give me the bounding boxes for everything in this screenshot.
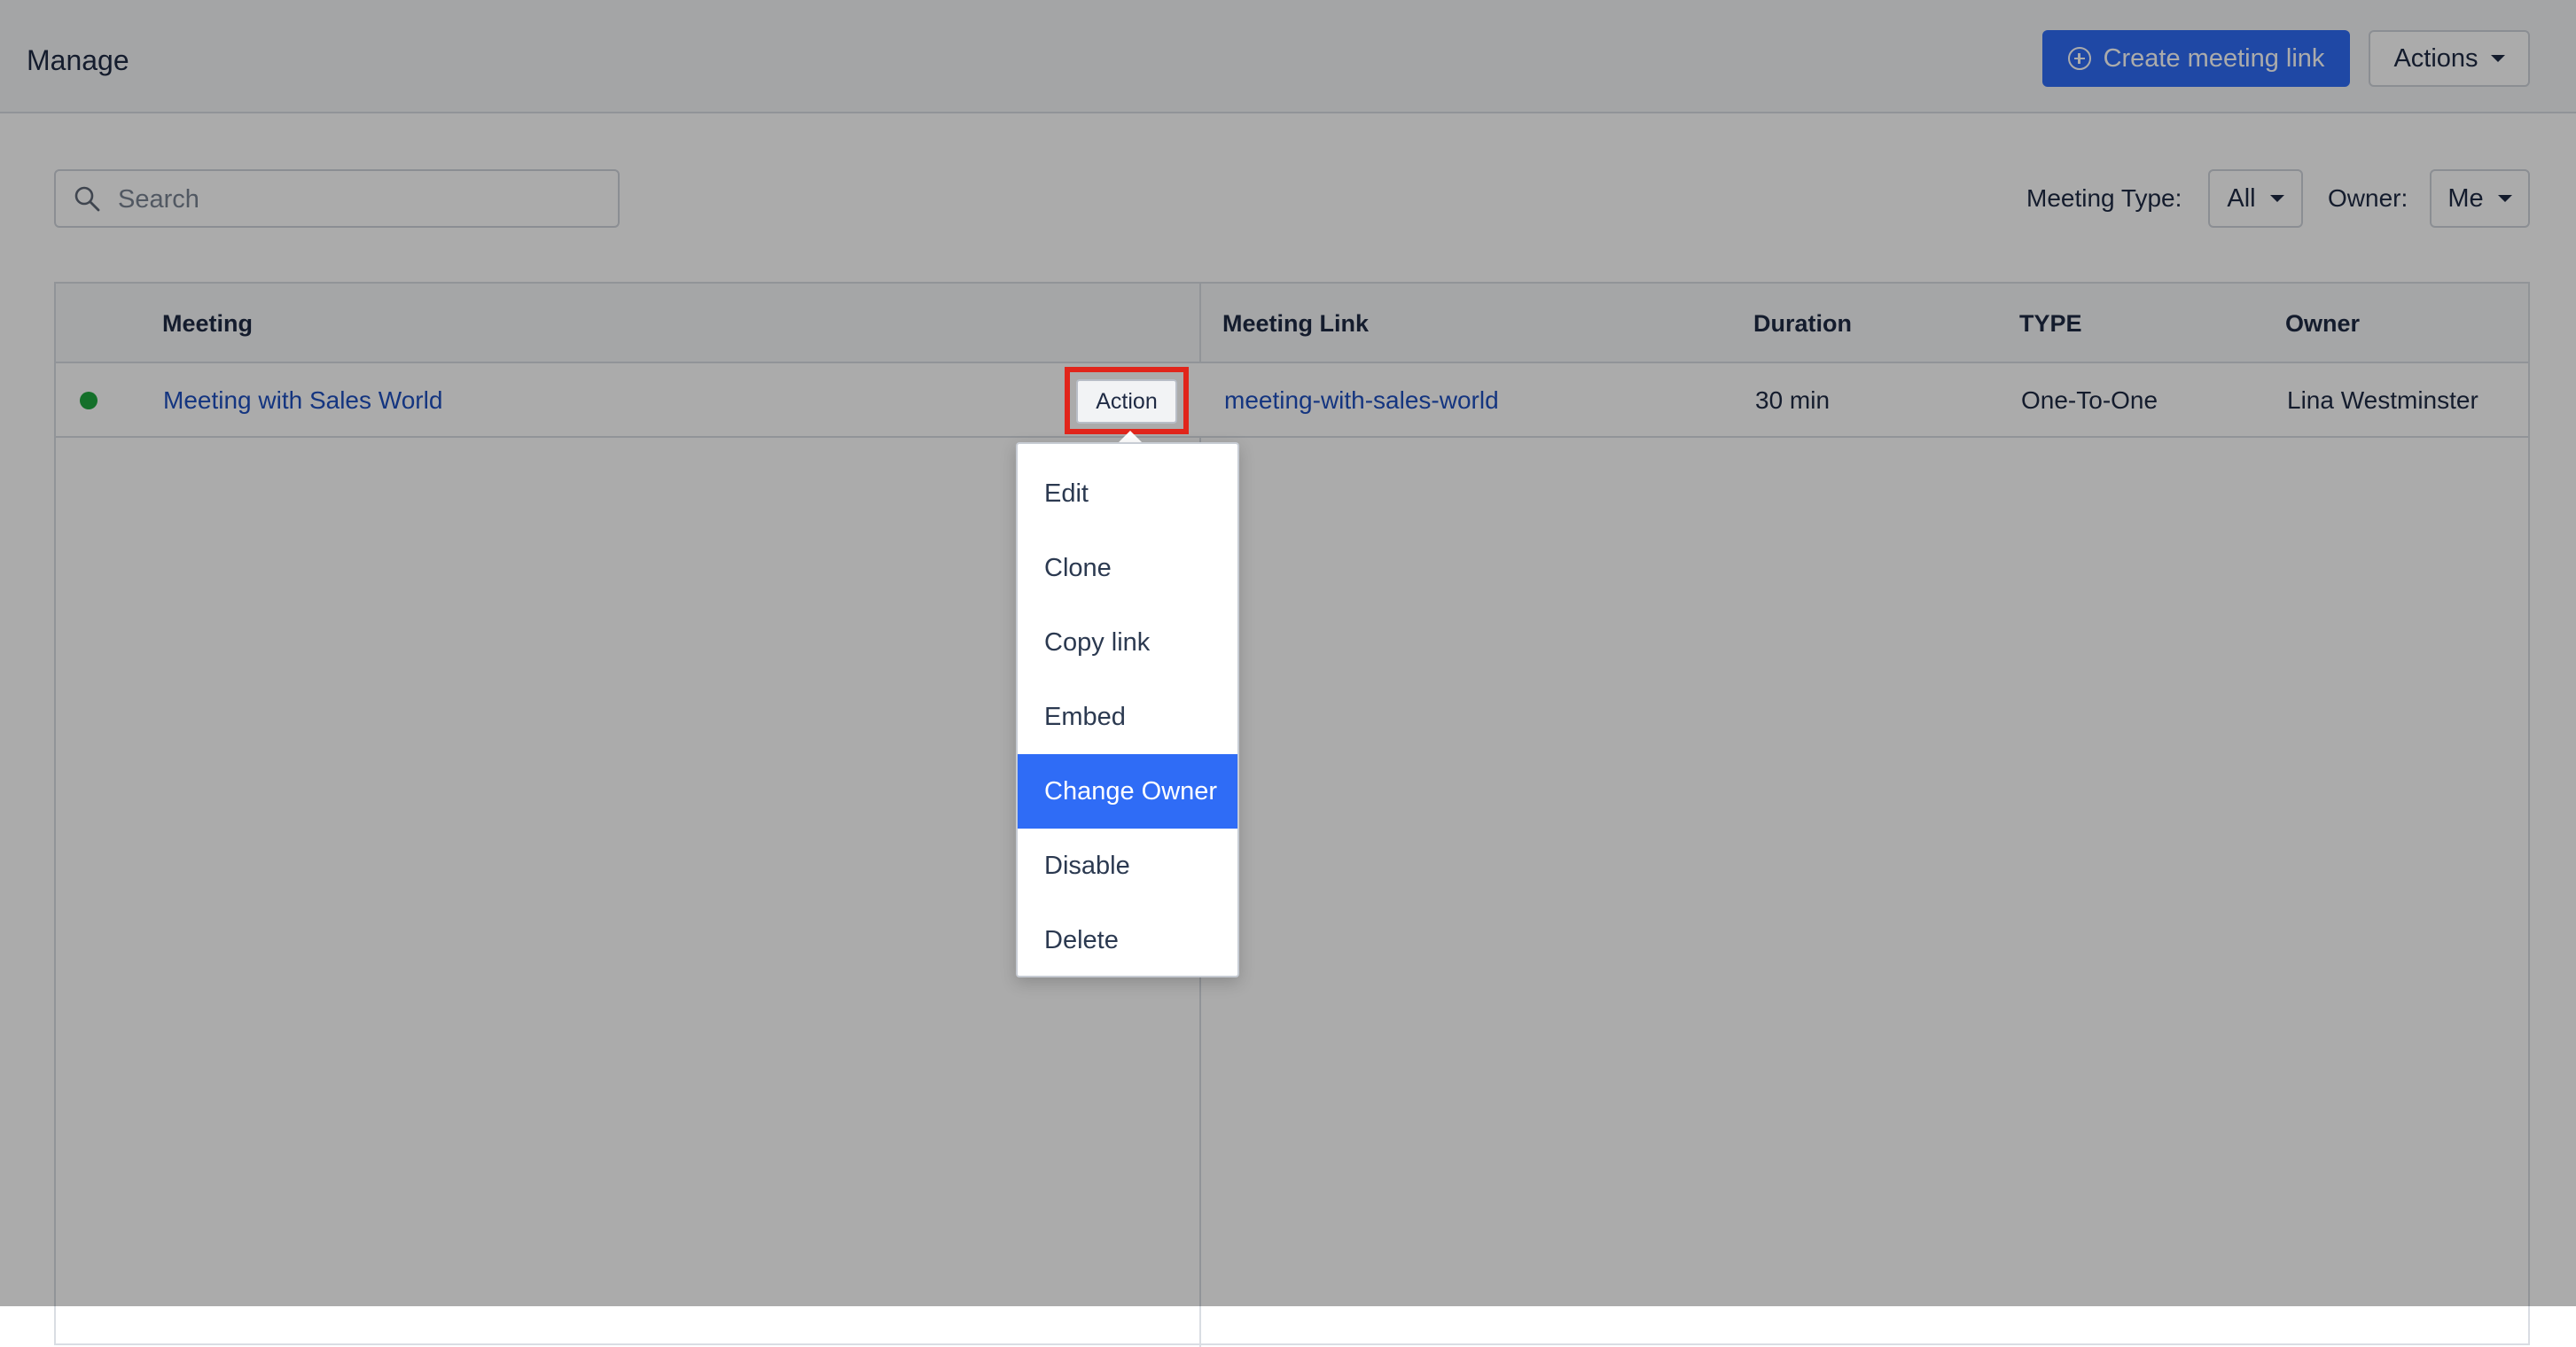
action-menu: Edit Clone Copy link Embed Change Owner … <box>1016 442 1239 977</box>
manage-page: Manage Create meeting link Actions Meeti… <box>0 0 2576 1347</box>
menu-item-disable[interactable]: Disable <box>1018 829 1237 903</box>
menu-item-clone[interactable]: Clone <box>1018 531 1237 605</box>
menu-item-copy-link[interactable]: Copy link <box>1018 605 1237 680</box>
modal-overlay[interactable] <box>0 0 2576 1306</box>
menu-item-change-owner[interactable]: Change Owner <box>1018 754 1237 829</box>
menu-item-embed[interactable]: Embed <box>1018 680 1237 754</box>
menu-item-delete[interactable]: Delete <box>1018 903 1237 977</box>
action-button[interactable]: Action <box>1076 379 1177 424</box>
menu-item-edit[interactable]: Edit <box>1018 456 1237 531</box>
menu-pointer <box>1119 431 1142 442</box>
